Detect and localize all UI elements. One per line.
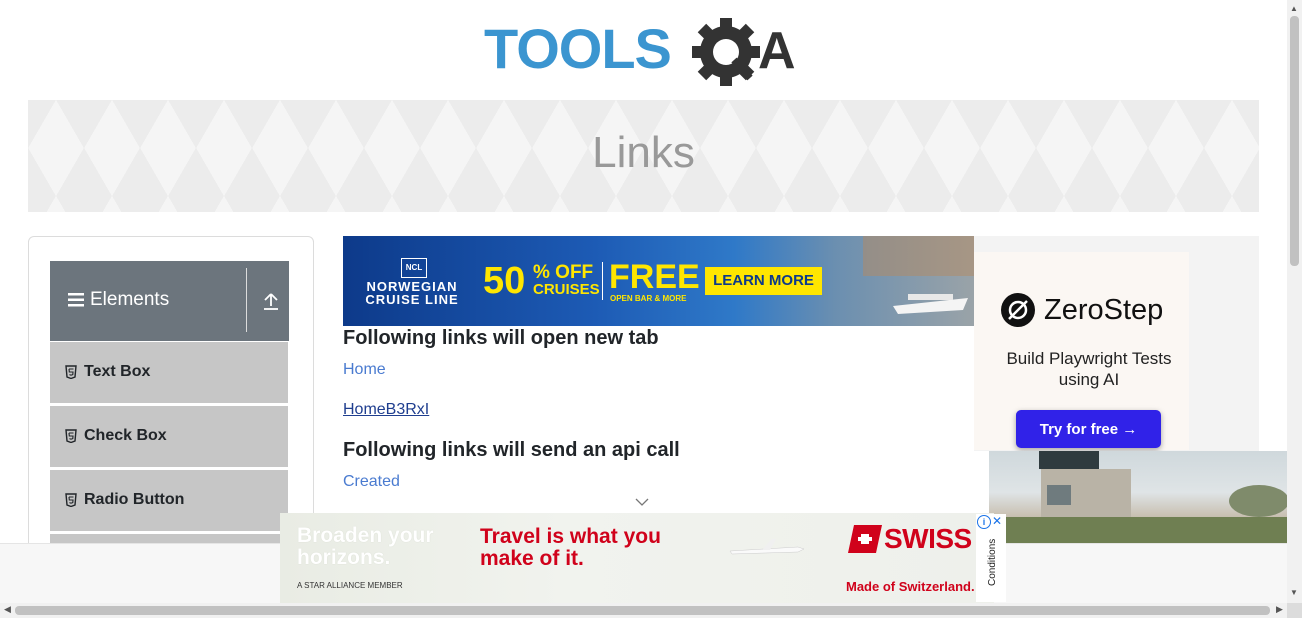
scrollbar-corner	[1287, 603, 1302, 618]
link-dynamic-home[interactable]: HomeB3RxI	[343, 401, 429, 419]
section-heading-api-call: Following links will send an api call	[343, 439, 680, 461]
page-banner: Links	[28, 100, 1259, 212]
section-heading-new-tab: Following links will open new tab	[343, 327, 659, 349]
html5-icon	[65, 429, 77, 443]
ncl-badge: NCL	[401, 258, 427, 278]
zerostep-card: ZeroStep Build Playwright Tests using AI…	[974, 252, 1189, 450]
horizontal-scrollbar[interactable]: ◀ ▶	[0, 603, 1287, 618]
ad-close-icon[interactable]: ✕	[992, 514, 1002, 528]
link-home[interactable]: Home	[343, 361, 386, 379]
divider	[246, 268, 247, 332]
vertical-scroll-thumb[interactable]	[1290, 16, 1299, 266]
swiss-flag-icon	[848, 525, 882, 553]
ad-conditions-label[interactable]: Conditions	[987, 539, 998, 586]
group-label: Elements	[90, 289, 170, 310]
logo-tools-text: TOOLS	[484, 17, 671, 80]
cruise-ship-image	[863, 236, 974, 314]
sidebar-item-check-box[interactable]: Check Box	[50, 405, 288, 467]
sidebar-item-label: Radio Button	[84, 491, 185, 508]
ncl-divider	[602, 262, 603, 300]
chevron-down-icon[interactable]	[635, 497, 649, 507]
sidebar-item-radio-button[interactable]: Radio Button	[50, 469, 288, 531]
ad-info-icon[interactable]: i	[977, 515, 991, 529]
ad-norwegian-cruise-line[interactable]: NCL NORWEGIAN CRUISE LINE 50 % OFF CRUIS…	[343, 236, 974, 326]
link-created[interactable]: Created	[343, 473, 400, 491]
scroll-up-arrow-icon[interactable]: ▲	[1290, 4, 1298, 13]
zerostep-name: ZeroStep	[1044, 294, 1164, 326]
swiss-right-headline: Travel is what you make of it.	[480, 525, 661, 570]
building-photo	[989, 451, 1287, 543]
ad-choices[interactable]: i ✕ Conditions	[976, 514, 1006, 602]
ad-zerostep[interactable]: ZeroStep Build Playwright Tests using AI…	[974, 236, 1259, 451]
html5-icon	[65, 493, 77, 507]
ad-swiss[interactable]: Broaden your horizons. A STAR ALLIANCE M…	[280, 513, 994, 603]
ad-photo-building[interactable]	[989, 451, 1287, 543]
scroll-left-arrow-icon[interactable]: ◀	[4, 604, 11, 615]
sidebar-item-next[interactable]	[50, 533, 288, 543]
menu-icon	[68, 293, 84, 307]
ncl-offer-free: FREE	[609, 258, 700, 296]
sidebar-item-label: Check Box	[84, 427, 167, 444]
scroll-down-arrow-icon[interactable]: ▼	[1290, 588, 1298, 597]
zerostep-try-button[interactable]: Try for free →	[1016, 410, 1161, 448]
scroll-right-arrow-icon[interactable]: ▶	[1276, 604, 1283, 615]
swiss-made-text: Made of Switzerland.	[846, 579, 975, 594]
page-title: Links	[592, 128, 695, 177]
ncl-brand-line2: CRUISE LINE	[365, 292, 459, 307]
logo-a-text: A	[758, 22, 796, 80]
ncl-offer-pct: 50	[483, 260, 526, 302]
sidebar-item-label: Text Box	[84, 363, 151, 380]
swiss-member-text: A STAR ALLIANCE MEMBER	[297, 581, 403, 590]
horizontal-scroll-thumb[interactable]	[15, 606, 1270, 615]
collapse-up-icon[interactable]	[262, 289, 280, 311]
swiss-left-headline: Broaden your horizons.	[297, 524, 434, 569]
zerostep-logo-icon	[1001, 293, 1035, 327]
ncl-offer-free-sub: OPEN BAR & MORE	[610, 294, 687, 303]
airplane-image	[729, 539, 805, 555]
group-title[interactable]: Elements	[68, 289, 169, 311]
sidebar-group-elements[interactable]: Elements	[50, 261, 289, 341]
html5-icon	[65, 365, 77, 379]
gear-icon	[692, 18, 760, 86]
ncl-offer-pct-sub: CRUISES	[533, 281, 600, 298]
vertical-scrollbar[interactable]: ▲ ▼	[1287, 0, 1302, 603]
ncl-offer-pct-suffix: % OFF	[533, 262, 594, 283]
toolsqa-logo[interactable]: TOOLS A	[484, 14, 808, 92]
ncl-learn-more-button[interactable]: LEARN MORE	[705, 267, 822, 295]
zerostep-tagline: Build Playwright Tests using AI	[1006, 349, 1172, 389]
sidebar-item-text-box[interactable]: Text Box	[50, 341, 288, 403]
swiss-brand: SWISS	[884, 523, 972, 554]
